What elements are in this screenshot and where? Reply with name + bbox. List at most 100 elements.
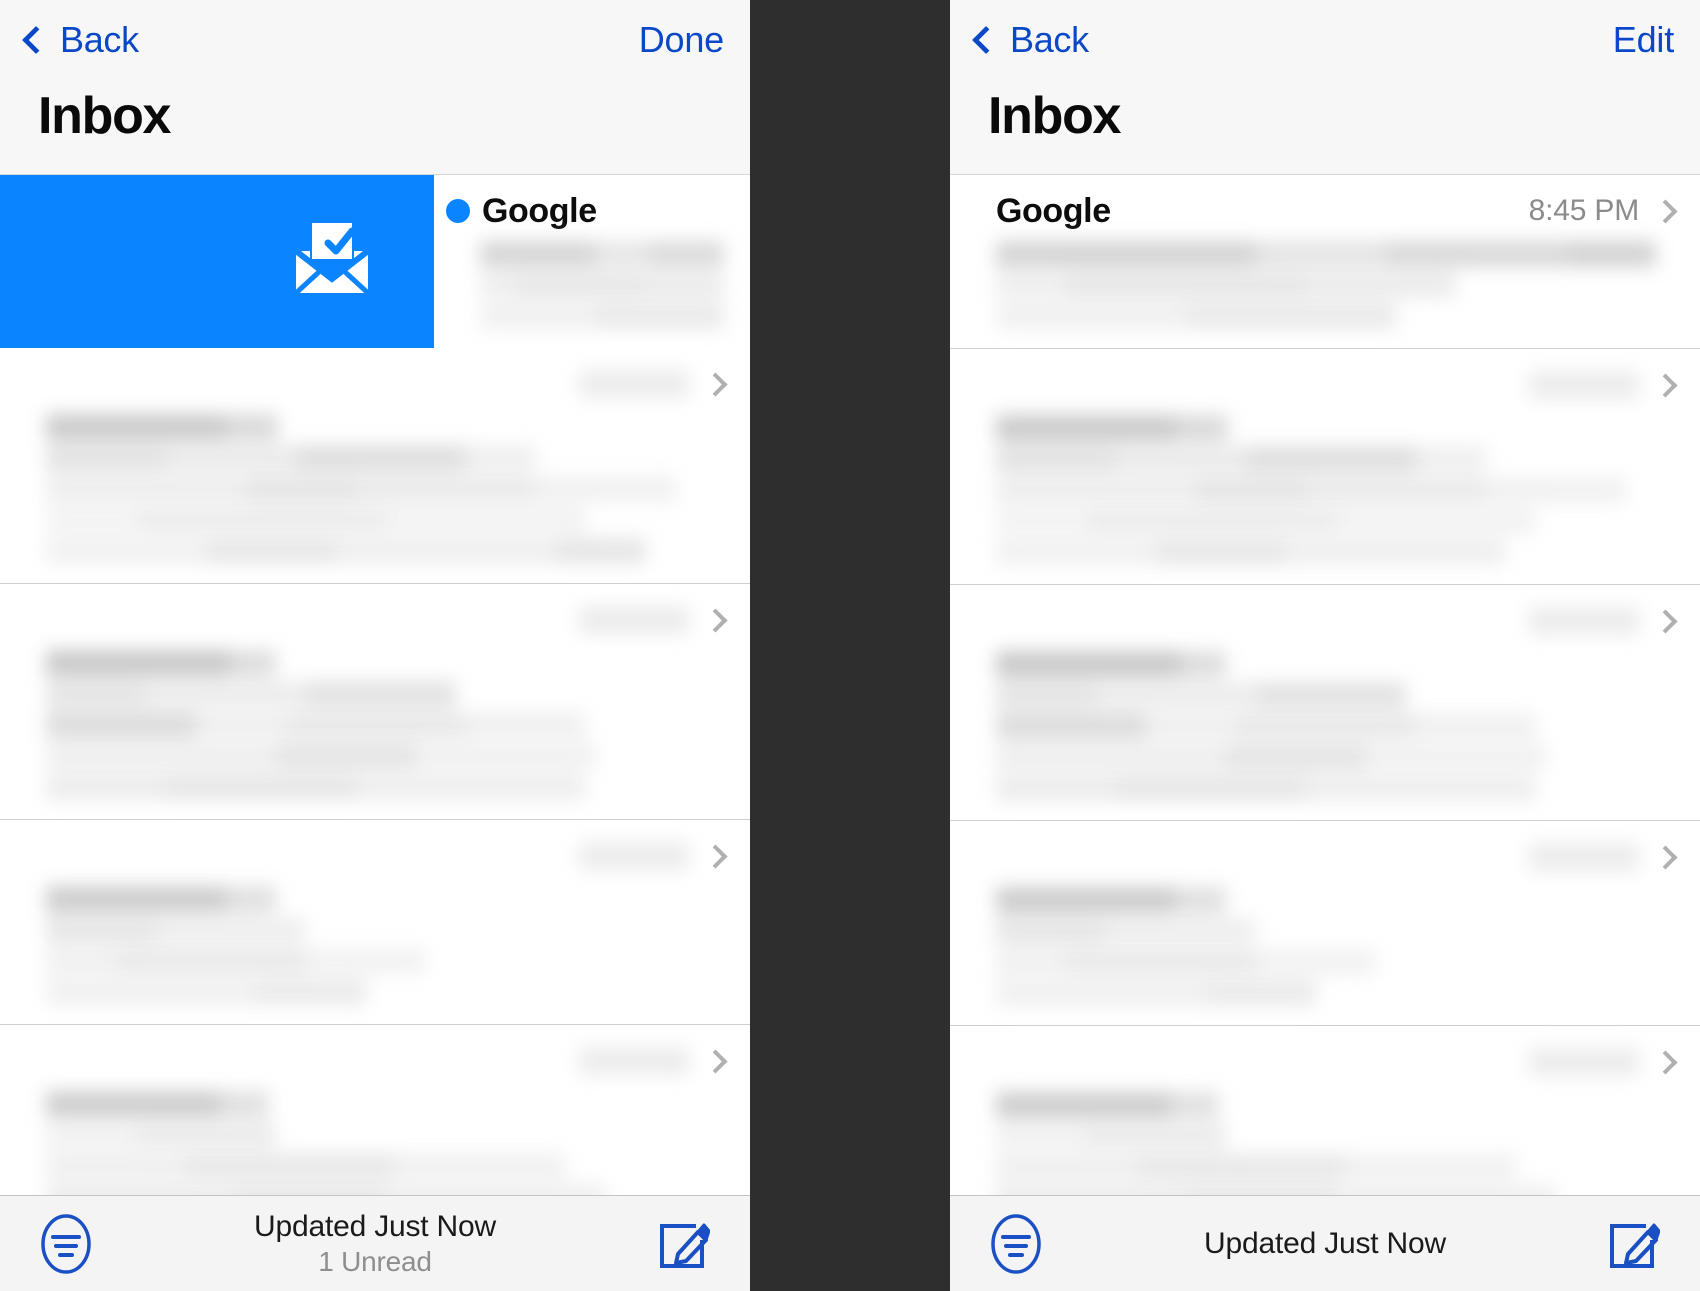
mail-sender: Google: [482, 191, 597, 230]
left-status-block: Updated Just Now 1 Unread: [0, 1209, 750, 1277]
mail-row-header: [996, 835, 1678, 879]
mail-list-item[interactable]: [950, 821, 1700, 1026]
left-back-label: Back: [60, 19, 139, 60]
chevron-right-icon: [703, 607, 728, 633]
redacted-timestamp: [1529, 371, 1639, 399]
mail-row-content: [950, 599, 1700, 801]
mail-row-header: [46, 362, 728, 406]
left-toolbar: Updated Just Now 1 Unread: [0, 1195, 750, 1291]
redacted-timestamp: [579, 370, 689, 398]
mail-row-meta: [1529, 1048, 1678, 1076]
panel-divider: [750, 0, 950, 1291]
chevron-left-icon: [971, 25, 1001, 55]
mail-row-header: [996, 599, 1678, 643]
right-back-label: Back: [1010, 19, 1089, 60]
right-page-title: Inbox: [988, 87, 1121, 145]
dual-phone-screenshot: Back Done Inbox Google Updated Just Now …: [0, 0, 1700, 1291]
left-navbar: Back Done Inbox: [0, 0, 750, 175]
left-status-updated: Updated Just Now: [254, 1210, 496, 1244]
chevron-right-icon: [1653, 198, 1678, 224]
left-phone-panel: Back Done Inbox Google Updated Just Now …: [0, 0, 750, 1291]
chevron-left-icon: [21, 25, 51, 55]
mail-row-content: [0, 598, 750, 800]
mail-row-content: [950, 1040, 1700, 1195]
envelope-check-mark-as-read-icon: [292, 221, 372, 302]
filter-lines-circle-icon[interactable]: [40, 1213, 92, 1275]
right-status-updated: Updated Just Now: [1204, 1226, 1446, 1260]
mail-row-header: Google 8:45 PM: [996, 189, 1678, 233]
left-navbar-top: Back Done: [0, 0, 750, 80]
left-mail-list[interactable]: Google: [0, 175, 750, 1195]
mail-list-item[interactable]: [0, 820, 750, 1025]
edit-button[interactable]: Edit: [1613, 19, 1674, 61]
mail-row-meta: [1529, 607, 1678, 635]
mail-row-content: [0, 1039, 750, 1195]
mail-row-content: Google 8:45 PM: [950, 189, 1700, 329]
right-status-block: Updated Just Now: [950, 1226, 1700, 1261]
compose-pencil-icon[interactable]: [1604, 1214, 1661, 1274]
right-navbar: Back Edit Inbox: [950, 0, 1700, 175]
chevron-right-icon: [703, 843, 728, 869]
redacted-timestamp: [579, 1047, 689, 1075]
redacted-preview-text: [996, 241, 1674, 329]
chevron-right-icon: [703, 371, 728, 397]
mail-row-content: Google: [434, 189, 750, 329]
mail-list-item[interactable]: Google: [0, 175, 750, 348]
mail-row-meta: [1529, 371, 1678, 399]
mail-list-item[interactable]: [950, 349, 1700, 585]
redacted-timestamp: [1529, 1048, 1639, 1076]
chevron-right-icon: [703, 1048, 728, 1074]
chevron-right-icon: [1653, 844, 1678, 870]
mail-row-meta: [579, 1047, 728, 1075]
mail-row-header: [996, 1040, 1678, 1084]
redacted-timestamp: [579, 606, 689, 634]
swipe-mark-as-read-action[interactable]: [0, 175, 434, 348]
mail-row-meta: [579, 606, 728, 634]
mail-sender: Google: [996, 191, 1111, 230]
redacted-preview-text: [996, 1092, 1674, 1195]
mail-list-item[interactable]: [0, 1025, 750, 1195]
mail-row-header: [46, 598, 728, 642]
mail-row-content: [0, 362, 750, 564]
mail-timestamp: 8:45 PM: [1528, 194, 1640, 227]
unread-dot-icon: [446, 199, 470, 223]
redacted-preview-text: [46, 1091, 724, 1195]
left-back-button[interactable]: Back: [20, 19, 139, 61]
chevron-right-icon: [1653, 608, 1678, 634]
redacted-timestamp: [1529, 843, 1639, 871]
mail-list-item[interactable]: [950, 585, 1700, 821]
mail-row-meta: [579, 842, 728, 870]
redacted-preview-text: [46, 414, 724, 564]
right-toolbar: Updated Just Now: [950, 1195, 1700, 1291]
redacted-timestamp: [1529, 607, 1639, 635]
mail-list-item[interactable]: [950, 1026, 1700, 1195]
redacted-preview-text: [996, 887, 1674, 1006]
mail-list-item[interactable]: [0, 348, 750, 584]
mail-row-header: [46, 834, 728, 878]
mail-row-content: [950, 363, 1700, 565]
mail-row-meta: [1529, 843, 1678, 871]
redacted-preview-text: [996, 651, 1674, 801]
mail-list-item[interactable]: [0, 584, 750, 820]
right-mail-list[interactable]: Google 8:45 PM: [950, 175, 1700, 1195]
compose-pencil-icon[interactable]: [654, 1214, 711, 1274]
right-navbar-top: Back Edit: [950, 0, 1700, 80]
mail-row-meta: 8:45 PM: [1528, 194, 1678, 228]
right-phone-panel: Back Edit Inbox Google 8:45 PM Updated Ju…: [950, 0, 1700, 1291]
left-page-title: Inbox: [38, 87, 171, 145]
mail-row-header: Google: [446, 189, 724, 233]
mail-row-header: [996, 363, 1678, 407]
mail-list-item[interactable]: Google 8:45 PM: [950, 175, 1700, 349]
chevron-right-icon: [1653, 1049, 1678, 1075]
right-back-button[interactable]: Back: [970, 19, 1089, 61]
redacted-preview-text: [46, 650, 724, 800]
mail-row-meta: [579, 370, 728, 398]
done-button[interactable]: Done: [639, 19, 724, 61]
redacted-preview-text: [480, 241, 724, 329]
filter-lines-circle-icon[interactable]: [990, 1213, 1042, 1275]
chevron-right-icon: [1653, 372, 1678, 398]
mail-row-header: [46, 1039, 728, 1083]
redacted-preview-text: [996, 415, 1674, 565]
mail-row-content: [0, 834, 750, 1005]
left-status-unread-count: 1 Unread: [318, 1245, 432, 1277]
